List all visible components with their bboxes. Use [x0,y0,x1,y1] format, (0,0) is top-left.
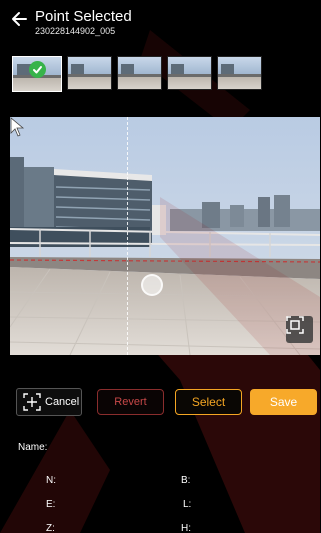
panorama-image [10,117,320,355]
arrow-left-icon [12,12,27,26]
thumbnail-3[interactable] [117,56,162,90]
name-label: Name: [18,442,48,453]
back-button[interactable] [8,8,30,30]
top-bar: Point Selected 230228144902_005 [0,0,321,48]
cancel-label: Cancel [45,396,80,408]
selected-point-marker[interactable] [141,274,163,296]
e-label: E: [46,499,56,510]
cancel-button[interactable]: Cancel [16,388,82,416]
l-label: L: [183,499,192,510]
thumbnail-5[interactable] [217,56,262,90]
vertical-guide-line [127,117,128,355]
thumbnail-1[interactable] [12,56,62,92]
select-button[interactable]: Select [175,389,242,415]
b-label: B: [181,475,191,486]
thumbnail-2[interactable] [67,56,112,90]
panorama-view[interactable] [10,117,320,355]
thumbnail-strip [12,56,262,92]
fit-frame-icon [286,316,304,334]
n-label: N: [46,475,56,486]
revert-button[interactable]: Revert [97,389,164,415]
page-title: Point Selected [35,8,132,25]
crosshair-frame-icon [23,393,41,411]
h-label: H: [181,523,191,533]
fit-view-button[interactable] [286,316,313,343]
save-button[interactable]: Save [250,389,317,415]
thumbnail-4[interactable] [167,56,212,90]
action-bar: Cancel Revert Select Save [0,388,321,416]
point-info-panel: Name: N: E: Z: B: L: H: [0,430,321,533]
image-id: 230228144902_005 [35,26,116,36]
checkmark-icon [29,61,46,78]
z-label: Z: [46,523,55,533]
cursor-arrow-icon [10,117,25,137]
